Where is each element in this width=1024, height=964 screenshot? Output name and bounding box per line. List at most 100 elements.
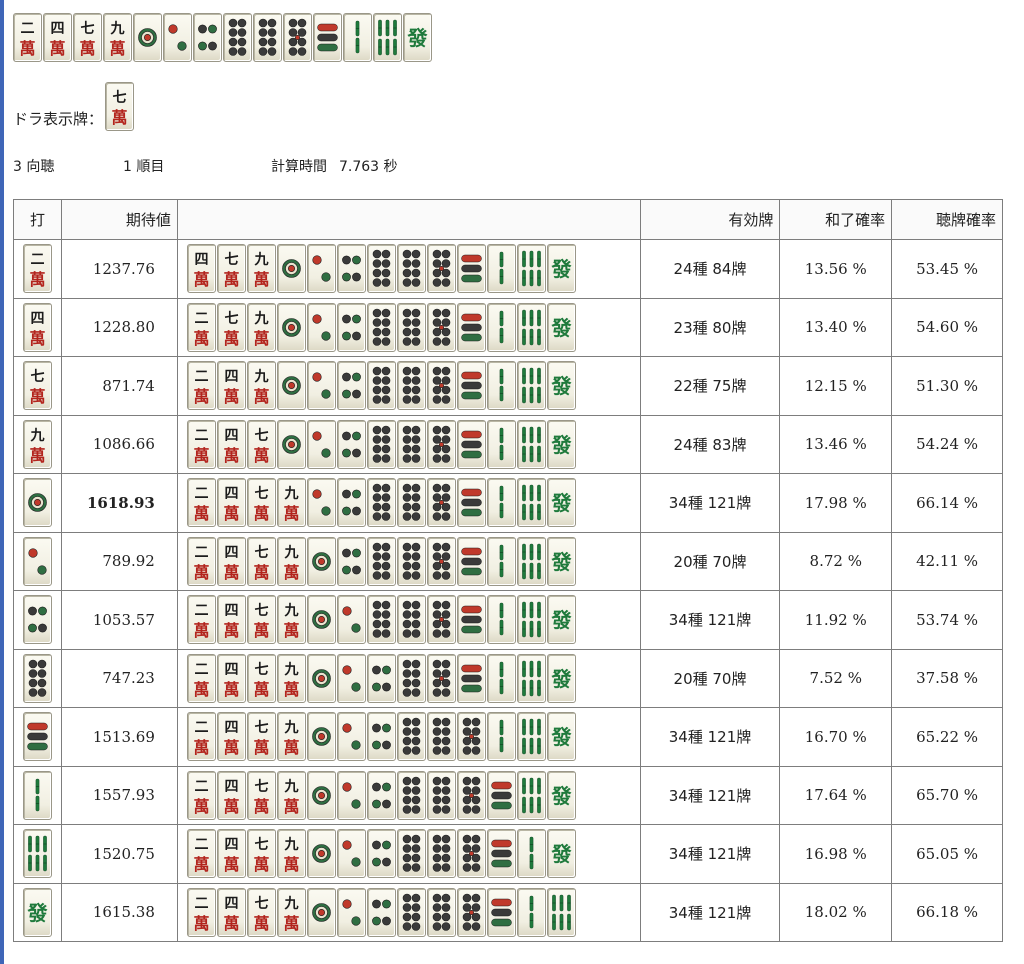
win-probability-cell: 16.70 % [779,707,893,767]
tile-p8-icon [426,887,456,937]
tile-s6-icon [456,361,486,411]
svg-text:二: 二 [194,603,208,619]
effective-tiles-cell: 34種 121牌 [639,824,781,884]
effective-tiles-cell: 20種 70牌 [639,648,781,708]
tile-s6-icon [456,653,486,703]
svg-text:七: 七 [254,779,268,795]
discard-tile-cell[interactable] [13,590,62,650]
svg-text:萬: 萬 [193,680,209,699]
discard-tile-cell[interactable]: 四萬 [13,297,62,357]
effective-tiles-cell: 34種 121牌 [639,882,781,942]
tile-p9-icon [426,302,456,352]
svg-text:萬: 萬 [223,270,239,289]
tile-p1-icon [306,712,336,762]
tile-p1-icon [306,770,336,820]
tile-hatsu-icon: 發 [546,770,576,820]
hand-tiles: 二萬四萬七萬九萬發 [13,13,432,62]
remaining-hand-cell: 二萬四萬九萬發 [176,356,641,416]
discard-tile-cell[interactable] [13,824,62,884]
svg-text:四: 四 [224,486,238,502]
svg-text:萬: 萬 [193,855,209,874]
tile-s8-icon [516,595,546,645]
svg-text:九: 九 [29,428,44,444]
tile-s8-icon [22,829,52,879]
svg-text:二: 二 [21,21,35,37]
tile-p4-icon [366,887,396,937]
tile-hatsu-icon: 發 [546,419,576,469]
header-win-probability: 和了確率 [779,199,893,240]
svg-text:萬: 萬 [253,504,269,523]
tile-p8-icon [396,536,426,586]
svg-text:七: 七 [254,603,268,619]
discard-tile-cell[interactable]: 二萬 [13,239,62,299]
tile-m7-icon: 七萬 [246,770,276,820]
tile-s8-icon [516,478,546,528]
discard-tile-cell[interactable] [13,473,62,533]
tile-p8-icon [396,595,426,645]
remaining-hand-tiles: 二萬七萬九萬發 [178,302,640,352]
svg-text:四: 四 [224,603,238,619]
tile-s8-icon [516,419,546,469]
win-probability-cell: 17.98 % [779,473,893,533]
header-expected-value: 期待値 [60,199,178,240]
svg-text:萬: 萬 [223,738,239,757]
tile-p4-icon [366,712,396,762]
tile-p9-icon [283,13,312,62]
tile-m4-icon: 四萬 [216,361,246,411]
svg-text:萬: 萬 [253,855,269,874]
tile-p4-icon [336,478,366,528]
svg-text:二: 二 [194,720,208,736]
discard-tile-cell[interactable] [13,765,62,825]
svg-text:萬: 萬 [223,329,239,348]
discard-tile-cell[interactable] [13,707,62,767]
tile-s2-icon [486,595,516,645]
expected-value-cell: 1053.57 [60,590,178,650]
tile-p7-icon [366,595,396,645]
tenpai-probability-cell: 65.22 % [891,707,1003,767]
tile-p7-icon [366,302,396,352]
tile-m4-icon: 四萬 [22,302,52,352]
tile-p4-icon [336,244,366,294]
tile-m2-icon: 二萬 [13,13,42,62]
tile-hatsu-icon: 發 [546,712,576,762]
tile-hatsu-icon: 發 [546,653,576,703]
tile-p9-icon [456,712,486,762]
tile-m4-icon: 四萬 [216,653,246,703]
discard-tile-cell[interactable] [13,648,62,708]
tile-s6-icon [486,770,516,820]
tile-m2-icon: 二萬 [186,829,216,879]
svg-text:萬: 萬 [253,387,269,406]
tile-m9-icon: 九萬 [246,361,276,411]
remaining-hand-cell: 二萬七萬九萬發 [176,297,641,357]
tile-p7-icon [396,770,426,820]
remaining-hand-tiles: 二萬四萬七萬九萬發 [178,595,640,645]
tile-p1-icon [306,595,336,645]
tile-p9-icon [426,478,456,528]
svg-text:四: 四 [224,779,238,795]
tenpai-probability-cell: 65.70 % [891,765,1003,825]
tile-s2-icon [516,829,546,879]
effective-tiles-cell: 23種 80牌 [639,297,781,357]
tile-s6-icon [456,419,486,469]
svg-text:七: 七 [254,720,268,736]
tile-p9-icon [456,887,486,937]
discard-tile-cell[interactable]: 七萬 [13,356,62,416]
svg-text:萬: 萬 [253,621,269,640]
tile-s2-icon [516,887,546,937]
tile-m4-icon: 四萬 [186,244,216,294]
tile-p1-icon [276,244,306,294]
table-row: 1557.93 二萬四萬七萬九萬發 34種 121牌 17.64 % 65.70 % [13,765,1003,825]
tile-p9-icon [426,244,456,294]
svg-text:七: 七 [254,428,268,444]
tile-hatsu-icon: 發 [22,887,52,937]
tile-s6-icon [456,536,486,586]
svg-text:二: 二 [194,896,208,912]
discard-tile-cell[interactable]: 發 [13,882,62,942]
discard-tile-cell[interactable] [13,531,62,591]
win-probability-cell: 8.72 % [779,531,893,591]
discard-tile-cell[interactable]: 九萬 [13,414,62,474]
svg-text:萬: 萬 [29,446,45,465]
tile-p2-icon [336,887,366,937]
svg-text:萬: 萬 [223,504,239,523]
svg-text:九: 九 [283,837,298,853]
